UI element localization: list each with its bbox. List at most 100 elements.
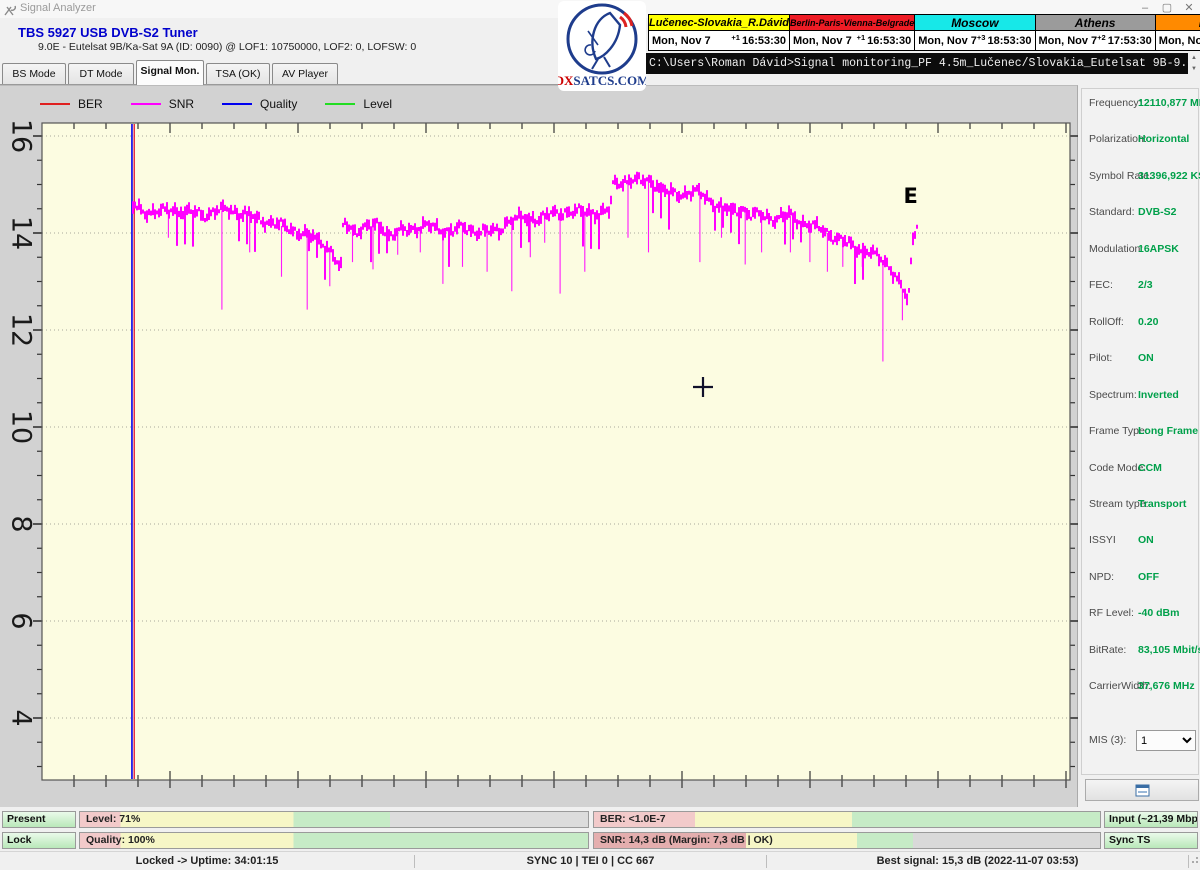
param-label: BitRate: — [1089, 643, 1127, 656]
clock-body: Mon, Nov 7 +2 17:53:30 — [1035, 31, 1155, 50]
svg-text:4: 4 — [6, 709, 37, 726]
window-list-icon — [1135, 784, 1149, 796]
device-subtitle: 9.0E - Eutelsat 9B/Ka-Sat 9A (ID: 0090) … — [38, 41, 417, 53]
param-row-issyi: ISSYI ON — [1082, 534, 1198, 548]
resize-grip[interactable] — [1190, 851, 1199, 869]
svg-text:10: 10 — [6, 410, 37, 444]
tab-tsa-ok-[interactable]: TSA (OK) — [206, 63, 270, 84]
param-row-spectrum: Spectrum: Inverted — [1082, 389, 1198, 403]
clock-body: Mon, Nov 7 +3 18:53:30 — [915, 31, 1035, 50]
clock-time: 17:53:30 — [1107, 34, 1152, 47]
tab-dt-mode[interactable]: DT Mode — [68, 63, 134, 84]
clock-date: Mon, Nov 7 — [652, 34, 711, 47]
param-label: Standard: — [1089, 206, 1135, 219]
param-value: ON — [1138, 534, 1154, 547]
mis-row: MIS (3): 1 — [1082, 730, 1198, 752]
clock-time: 18:53:30 — [987, 34, 1032, 47]
param-value: 16APSK — [1138, 242, 1179, 255]
param-value: 2/3 — [1138, 279, 1153, 292]
status-section-1: SYNC 10 | TEI 0 | CC 667 — [526, 855, 655, 867]
console-view-button[interactable] — [1085, 779, 1199, 801]
console-window: C:\Users\Roman Dávid>Signal monitoring_P… — [645, 53, 1188, 74]
signal-parameters-panel: MIS (3): 1 Frequency:12110,877 MHz Polari… — [1081, 88, 1200, 775]
param-row-frequency: Frequency:12110,877 MHz — [1082, 97, 1200, 111]
param-label: Modulation: — [1089, 242, 1144, 255]
clock-utc-offset: +3 — [976, 33, 986, 42]
clock-berlin-paris-vienna-: Berlin-Paris-Vienna-Belgrade Mon, Nov 7 +1… — [790, 14, 916, 51]
device-title: TBS 5927 USB DVB-S2 Tuner — [18, 25, 198, 40]
param-row-symbolrate: Symbol Rate:31396,922 KS/s — [1082, 169, 1200, 184]
svg-text:6: 6 — [6, 612, 37, 629]
meter-row: Lock Quality: 100% SNR: 14,3 dB (Margin: 7… — [0, 832, 1200, 849]
clock-time: 16:53:30 — [867, 34, 912, 47]
world-clocks: Lučenec-Slovakia_R.Dávid Mon, Nov 7 +1 16:5… — [648, 14, 1200, 51]
param-value: -40 dBm — [1138, 607, 1180, 620]
param-label: FEC: — [1089, 279, 1113, 292]
param-row-rflevel: RF Level: -40 dBm — [1082, 607, 1198, 621]
logo-text-dx: DX — [558, 73, 574, 88]
clock-utc-offset: +2 — [1097, 33, 1106, 42]
param-value: 31396,922 KS/s — [1138, 169, 1200, 182]
clock-lu-enec-slovakia-r-d: Lučenec-Slovakia_R.Dávid Mon, Nov 7 +1 16:5… — [648, 14, 791, 51]
meter-level: Level: 71% — [79, 811, 589, 828]
status-separator — [1188, 854, 1189, 868]
param-value: Horizontal — [1138, 133, 1190, 146]
clock-city: Moscow — [915, 15, 1035, 31]
clock-date: Mon, Nov 7 — [1038, 34, 1098, 47]
param-row-carrierwidth: CarrierWidth: 37,676 MHz — [1082, 680, 1198, 694]
param-row-polarization: Polarization: Horizontal — [1082, 133, 1198, 147]
clock-body: Mon, Nov 7 +1 16:53:30 — [649, 31, 790, 50]
tab-av-player[interactable]: AV Player — [272, 63, 338, 84]
clock-date: Mon, Nov 7 — [793, 34, 852, 47]
indicator-input-21-39-mbps-: Input (~21,39 Mbps) — [1104, 811, 1198, 828]
indicator-sync-ts: Sync TS — [1104, 832, 1198, 849]
param-label: NPD: — [1089, 570, 1115, 583]
param-row-codemode: Code Mode: CCM — [1082, 462, 1198, 476]
clock-city: Lučenec-Slovakia_R.Dávid — [649, 15, 790, 31]
clock-utc-offset: +1 — [731, 33, 740, 42]
tab-bar: BS Mode DT Mode Signal Mon. TSA (OK) AV Play… — [0, 60, 645, 85]
chart-annotation: E — [903, 184, 917, 208]
svg-text:8: 8 — [6, 515, 37, 532]
param-row-fec: FEC: 2/3 — [1082, 279, 1198, 293]
mis-select[interactable]: 1 — [1136, 730, 1196, 751]
scroll-down-icon[interactable]: ▼ — [1188, 64, 1200, 75]
param-row-pilot: Pilot: ON — [1082, 352, 1198, 366]
clock-date: Mon, Nov 7 — [918, 34, 977, 47]
param-label: Pilot: — [1089, 352, 1113, 365]
param-value: Inverted — [1138, 388, 1179, 401]
logo-text-rest: SATCS.COM — [573, 73, 646, 88]
param-value: 83,105 Mbit/s — [1138, 643, 1200, 656]
param-value: 37,676 MHz — [1138, 680, 1195, 693]
param-row-modulation: Modulation: 16APSK — [1082, 243, 1198, 257]
param-row-standard: Standard: DVB-S2 — [1082, 206, 1198, 220]
param-row-frametype: Frame Type: Long Frame — [1082, 425, 1198, 439]
clock-body: Mon, Nov 7+419:53:30 — [1155, 31, 1200, 50]
scroll-up-icon[interactable]: ▲ — [1188, 53, 1200, 64]
indicator-lock: Lock — [2, 832, 76, 849]
mis-label: MIS (3): — [1089, 734, 1127, 746]
param-label: Spectrum: — [1089, 388, 1137, 401]
tab-bs-mode[interactable]: BS Mode — [2, 63, 66, 84]
param-label: RF Level: — [1089, 607, 1134, 620]
clock-date: Mon, Nov 7 — [1158, 34, 1200, 47]
indicator-present: Present — [2, 811, 76, 828]
param-value: Long Frame — [1138, 425, 1199, 438]
param-value: ON — [1138, 352, 1154, 365]
app-icon — [4, 3, 16, 16]
meter-snr: SNR: 14,3 dB (Margin: 7,3 dB | OK) — [593, 832, 1101, 849]
svg-text:12: 12 — [6, 313, 37, 347]
tab-signal-mon-[interactable]: Signal Mon. — [136, 60, 204, 85]
clock-city: Athens — [1035, 15, 1155, 31]
chart-panel: BER SNR Quality Level 16 14 12 10 8 6 4 E — [0, 85, 1078, 807]
plot-area[interactable]: 16 14 12 10 8 6 4 E — [0, 86, 1078, 788]
param-value: CCM — [1138, 461, 1162, 474]
clock-athens: Athens Mon, Nov 7 +2 17:53:30 — [1035, 14, 1156, 51]
clock-city: Berlin-Paris-Vienna-Belgrade — [790, 15, 915, 31]
clock-moscow: Moscow Mon, Nov 7 +3 18:53:30 — [915, 14, 1036, 51]
meter-ber: BER: <1.0E-7 — [593, 811, 1101, 828]
param-row-bitrate: BitRate: 83,105 Mbit/s — [1082, 643, 1200, 658]
param-label: RollOff: — [1089, 315, 1124, 328]
status-section-0: Locked -> Uptime: 34:01:15 — [135, 855, 279, 867]
console-command-text: C:\Users\Roman Dávid>Signal monitoring_P… — [649, 57, 1188, 70]
